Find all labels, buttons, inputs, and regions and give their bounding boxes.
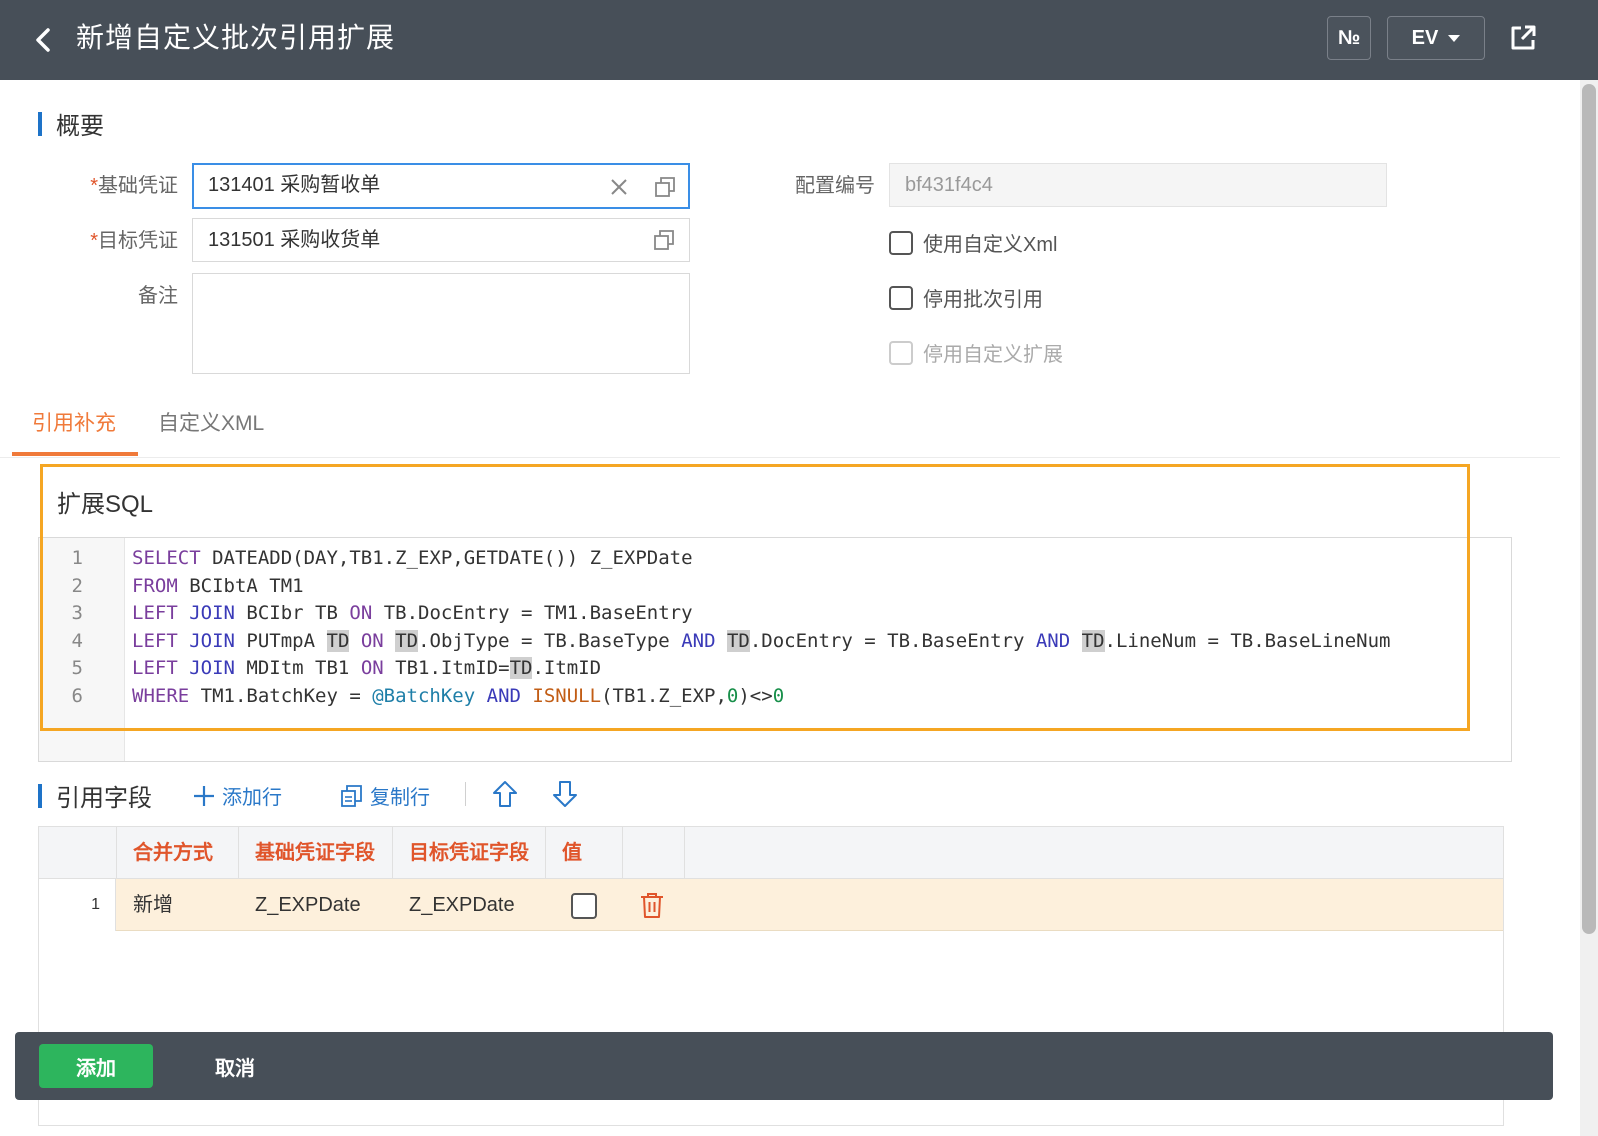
copy-row-button[interactable]: 复制行 — [340, 781, 430, 810]
copy-icon[interactable] — [653, 229, 675, 251]
sql-heading: 扩展SQL — [40, 484, 153, 519]
copy-icon — [341, 784, 362, 807]
column-header-actions — [623, 827, 685, 879]
clear-icon[interactable] — [608, 176, 630, 198]
base-voucher-field[interactable]: 131401 采购暂收单 — [192, 163, 690, 209]
target-field-cell[interactable]: Z_EXPDate — [393, 879, 546, 931]
base-voucher-label: *基础凭证 — [90, 175, 178, 197]
fields-heading: 引用字段 — [38, 778, 152, 813]
checkbox-box[interactable] — [889, 285, 913, 310]
remark-textarea[interactable] — [192, 273, 690, 374]
disable-batch-ref-checkbox[interactable]: 停用批次引用 — [889, 283, 1043, 312]
add-row-label: 添加行 — [222, 787, 282, 809]
tab-ref-supplement[interactable]: 引用补充 — [32, 410, 116, 438]
export-icon[interactable] — [1507, 22, 1539, 54]
move-down-icon[interactable] — [550, 779, 580, 809]
line-number: 3 — [71, 602, 83, 624]
caret-down-icon — [1448, 34, 1461, 42]
table-row[interactable]: 1 新增 Z_EXPDate Z_EXPDate — [39, 879, 1503, 931]
line-number: 6 — [71, 685, 83, 707]
checkbox-box — [889, 340, 913, 365]
section-marker — [40, 489, 43, 514]
code-line-6: WHERE TM1.BatchKey = @BatchKey AND ISNUL… — [132, 685, 785, 707]
target-voucher-value: 131501 采购收货单 — [208, 229, 381, 251]
row-number: 1 — [39, 879, 116, 931]
target-voucher-field[interactable]: 131501 采购收货单 — [192, 218, 690, 262]
sql-heading-text: 扩展SQL — [57, 491, 154, 518]
ev-label: EV — [1411, 26, 1439, 49]
add-button[interactable]: 添加 — [39, 1044, 153, 1088]
sql-code-editor[interactable]: 1 2 3 4 5 6 SELECT DATEADD(DAY,TB1.Z_EXP… — [38, 537, 1512, 762]
numbering-label: № — [1337, 26, 1361, 49]
action-bar: 添加 取消 — [15, 1032, 1553, 1100]
use-custom-xml-label: 使用自定义Xml — [923, 234, 1058, 256]
config-no-label: 配置编号 — [795, 175, 875, 197]
line-number: 2 — [71, 575, 83, 597]
active-tab-indicator — [12, 452, 138, 456]
top-bar: 新增自定义批次引用扩展 № EV — [0, 0, 1598, 80]
code-line-5: LEFT JOIN MDItm TB1 ON TB1.ItmID=TD.ItmI… — [132, 657, 602, 679]
toolbar-divider — [465, 782, 466, 806]
code-line-2: FROM BCIbtA TM1 — [132, 575, 304, 597]
tab-custom-xml[interactable]: 自定义XML — [158, 410, 264, 438]
base-voucher-value: 131401 采购暂收单 — [208, 174, 381, 196]
table-header: 合并方式 基础凭证字段 目标凭证字段 值 — [39, 827, 1503, 879]
disable-batch-ref-label: 停用批次引用 — [923, 289, 1043, 311]
add-row-button[interactable]: 添加行 — [192, 781, 282, 810]
plus-icon — [194, 785, 214, 806]
summary-heading: 概要 — [38, 106, 104, 141]
summary-heading-text: 概要 — [56, 113, 104, 140]
fields-heading-text: 引用字段 — [56, 785, 152, 812]
checkbox-box[interactable] — [889, 230, 913, 255]
page-title: 新增自定义批次引用扩展 — [76, 22, 396, 53]
move-up-icon[interactable] — [490, 779, 520, 809]
config-no-field: bf431f4c4 — [889, 163, 1387, 207]
row-number-header — [39, 827, 117, 879]
numbering-button[interactable]: № — [1327, 16, 1371, 60]
line-number-gutter: 1 2 3 4 5 6 — [39, 538, 125, 761]
copy-icon[interactable] — [654, 176, 676, 198]
use-custom-xml-checkbox[interactable]: 使用自定义Xml — [889, 228, 1057, 257]
disable-custom-ext-checkbox: 停用自定义扩展 — [889, 338, 1063, 367]
line-number: 1 — [71, 547, 83, 569]
cancel-button[interactable]: 取消 — [195, 1044, 275, 1088]
back-arrow-icon[interactable] — [26, 22, 62, 58]
column-header-value[interactable]: 值 — [546, 827, 623, 879]
section-marker — [38, 783, 42, 808]
target-voucher-label: *目标凭证 — [90, 230, 178, 252]
column-header-merge[interactable]: 合并方式 — [117, 827, 239, 879]
disable-custom-ext-label: 停用自定义扩展 — [923, 344, 1063, 366]
delete-icon[interactable] — [639, 891, 665, 919]
section-marker — [38, 111, 42, 136]
base-field-cell[interactable]: Z_EXPDate — [239, 879, 393, 931]
vertical-scrollbar[interactable] — [1580, 80, 1598, 1136]
column-header-target-field[interactable]: 目标凭证字段 — [393, 827, 546, 879]
value-checkbox[interactable] — [571, 893, 597, 919]
copy-row-label: 复制行 — [370, 787, 430, 809]
line-number: 5 — [71, 657, 83, 679]
ev-dropdown[interactable]: EV — [1387, 16, 1485, 60]
line-number: 4 — [71, 630, 83, 652]
merge-cell[interactable]: 新增 — [117, 879, 239, 931]
column-header-base-field[interactable]: 基础凭证字段 — [239, 827, 393, 879]
code-line-1: SELECT DATEADD(DAY,TB1.Z_EXP,GETDATE()) … — [132, 547, 693, 569]
code-line-4: LEFT JOIN PUTmpA TD ON TD.ObjType = TB.B… — [132, 630, 1391, 652]
tab-bar: 引用补充 自定义XML — [0, 400, 1560, 458]
remark-label: 备注 — [138, 285, 178, 307]
code-line-3: LEFT JOIN BCIbr TB ON TB.DocEntry = TM1.… — [132, 602, 693, 624]
scrollbar-thumb[interactable] — [1582, 84, 1596, 934]
